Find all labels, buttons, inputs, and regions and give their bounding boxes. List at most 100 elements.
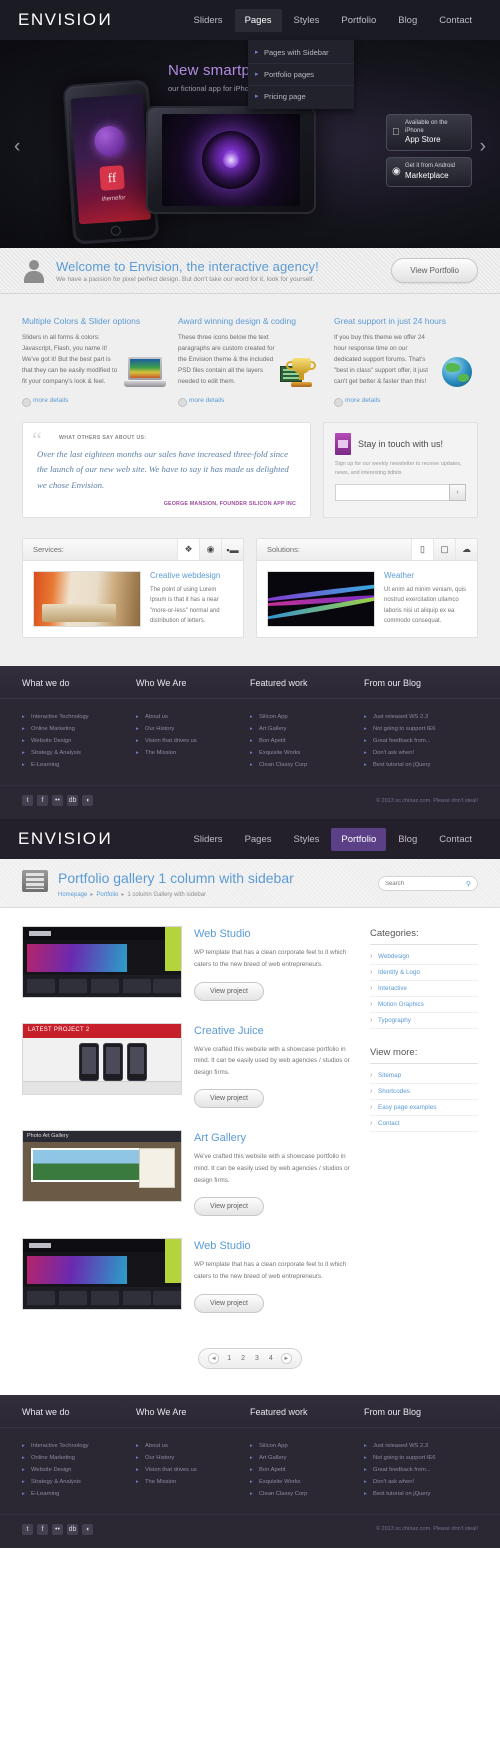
footer-link[interactable]: Vision that drives us xyxy=(136,1464,250,1476)
view-project-button[interactable]: View project xyxy=(194,1293,265,1313)
newsletter-email-input[interactable] xyxy=(335,484,449,502)
footer-link[interactable]: Online Marketing xyxy=(22,1452,136,1464)
feature-more-link-1[interactable]: more details xyxy=(22,397,166,408)
chart-icon[interactable]: ▪▬ xyxy=(221,539,243,561)
nav-item-blog[interactable]: Blog xyxy=(388,9,427,32)
sidebar-link-contact[interactable]: Contact xyxy=(370,1116,478,1133)
web-studio-shot[interactable] xyxy=(22,1238,182,1311)
view-project-button[interactable]: View project xyxy=(194,1089,265,1109)
dropdown-item-pages-with-sidebar[interactable]: Pages with Sidebar xyxy=(248,42,354,64)
footer-link[interactable]: Not going to support IE6 xyxy=(364,723,478,735)
footer-link[interactable]: About us xyxy=(136,1440,250,1452)
nav2-item-portfolio[interactable]: Portfolio xyxy=(331,827,387,851)
footer-link[interactable]: Website Design xyxy=(22,735,136,747)
footer-link[interactable]: Just released WS 2.3 xyxy=(364,711,478,723)
pagination-prev-icon[interactable]: ◄ xyxy=(208,1352,220,1364)
nav-item-contact[interactable]: Contact xyxy=(429,9,482,32)
footer-link[interactable]: Interactive Technology xyxy=(22,711,136,723)
footer-link[interactable]: Strategy & Analysis xyxy=(22,1476,136,1488)
nav-item-styles[interactable]: Styles xyxy=(284,9,330,32)
rss-icon[interactable]: ◖ xyxy=(82,1523,93,1535)
mobile-icon[interactable]: ▯ xyxy=(411,539,433,561)
android-marketplace-button[interactable]: ◉ Get it from Android Marketplace xyxy=(386,157,472,187)
sidebar-link-sitemap[interactable]: Sitemap xyxy=(370,1068,478,1085)
twitter-icon[interactable]: t xyxy=(22,795,33,807)
footer-link[interactable]: Bon Apetit xyxy=(250,1464,364,1476)
view-portfolio-button[interactable]: View Portfolio xyxy=(391,258,478,283)
sidebar-category-interactive[interactable]: Interactive xyxy=(370,981,478,998)
footer-link[interactable]: Great feedback from... xyxy=(364,1464,478,1476)
footer-link[interactable]: Not going to support IE6 xyxy=(364,1452,478,1464)
footer-link[interactable]: Interactive Technology xyxy=(22,1440,136,1452)
portfolio-item-title[interactable]: Art Gallery xyxy=(194,1132,356,1144)
dribbble-icon[interactable]: db xyxy=(67,795,78,807)
footer-link[interactable]: Best tutorial on jQuery xyxy=(364,759,478,771)
footer-link[interactable]: Don't ask when! xyxy=(364,1476,478,1488)
sidebar-category-typography[interactable]: Typography xyxy=(370,1013,478,1030)
pagination-page-2[interactable]: 2 xyxy=(239,1355,247,1362)
footer-link[interactable]: The Mission xyxy=(136,1476,250,1488)
footer-link[interactable]: Clean Classy Corp xyxy=(250,1488,364,1500)
sidebar-category-motion-graphics[interactable]: Motion Graphics xyxy=(370,997,478,1014)
footer-link[interactable]: E-Learning xyxy=(22,1488,136,1500)
footer-link[interactable]: Our History xyxy=(136,723,250,735)
footer-link[interactable]: Great feedback from... xyxy=(364,735,478,747)
footer-link[interactable]: Clean Classy Corp xyxy=(250,759,364,771)
site-logo-2[interactable]: ENVISION xyxy=(18,829,111,849)
sidebar-category-identity-logo[interactable]: Identity & Logo xyxy=(370,965,478,982)
footer-link[interactable]: Just released WS 2.3 xyxy=(364,1440,478,1452)
footer-link[interactable]: E-Learning xyxy=(22,759,136,771)
nav2-item-sliders[interactable]: Sliders xyxy=(184,828,233,851)
flickr-icon[interactable]: •• xyxy=(52,795,63,807)
feature-more-link-3[interactable]: more details xyxy=(334,397,478,408)
pagination-page-1[interactable]: 1 xyxy=(225,1355,233,1362)
nav-item-sliders[interactable]: Sliders xyxy=(184,9,233,32)
pagination-page-3[interactable]: 3 xyxy=(253,1355,261,1362)
nav2-item-contact[interactable]: Contact xyxy=(429,828,482,851)
view-project-button[interactable]: View project xyxy=(194,981,265,1001)
dropdown-item-portfolio-pages[interactable]: Portfolio pages xyxy=(248,64,354,86)
nav2-item-blog[interactable]: Blog xyxy=(388,828,427,851)
footer-link[interactable]: Bon Apetit xyxy=(250,735,364,747)
portfolio-item-title[interactable]: Creative Juice xyxy=(194,1025,356,1037)
breadcrumb-section[interactable]: Portfolio xyxy=(96,892,118,898)
footer-link[interactable]: About us xyxy=(136,711,250,723)
dribbble-icon[interactable]: db xyxy=(67,1523,78,1535)
footer-link[interactable]: Online Marketing xyxy=(22,723,136,735)
app-store-button[interactable]:  Available on the iPhone App Store xyxy=(386,114,472,151)
newsletter-submit-button[interactable]: › xyxy=(449,484,466,502)
sidebar-link-easy-page-examples[interactable]: Easy page examples xyxy=(370,1100,478,1117)
footer-link[interactable]: Art Gallery xyxy=(250,1452,364,1464)
web-studio-shot[interactable] xyxy=(22,926,182,999)
facebook-icon[interactable]: f xyxy=(37,1523,48,1535)
footer-link[interactable]: The Mission xyxy=(136,747,250,759)
camera-icon[interactable]: ◉ xyxy=(199,539,221,561)
feature-more-link-2[interactable]: more details xyxy=(178,397,322,408)
sidebar-category-webdesign[interactable]: Webdesign xyxy=(370,949,478,966)
nav-item-pages[interactable]: Pages xyxy=(234,8,282,32)
nav2-item-pages[interactable]: Pages xyxy=(235,828,282,851)
site-logo[interactable]: ENVISION xyxy=(18,10,111,30)
footer-link[interactable]: Exquisite Works xyxy=(250,747,364,759)
footer-link[interactable]: Art Gallery xyxy=(250,723,364,735)
footer-link[interactable]: Best tutorial on jQuery xyxy=(364,1488,478,1500)
footer-link[interactable]: Silicon App xyxy=(250,1440,364,1452)
nav-item-portfolio[interactable]: Portfolio xyxy=(331,9,386,32)
footer-link[interactable]: Website Design xyxy=(22,1464,136,1476)
slider-prev-arrow-icon[interactable]: ‹ xyxy=(14,136,20,158)
brush-icon[interactable]: ❖ xyxy=(177,539,199,561)
facebook-icon[interactable]: f xyxy=(37,795,48,807)
sidebar-link-shortcodes[interactable]: Shortcodes xyxy=(370,1084,478,1101)
footer-link[interactable]: Strategy & Analysis xyxy=(22,747,136,759)
pagination-next-icon[interactable]: ► xyxy=(280,1352,292,1364)
cloud-icon[interactable]: ☁ xyxy=(455,539,477,561)
monitor-icon[interactable]: ▢ xyxy=(433,539,455,561)
art-gallery-shot[interactable] xyxy=(22,1130,182,1203)
footer-link[interactable]: Vision that drives us xyxy=(136,735,250,747)
search-input[interactable] xyxy=(385,880,466,887)
breadcrumb-home[interactable]: Homepage xyxy=(58,892,87,898)
footer-link[interactable]: Silicon App xyxy=(250,711,364,723)
view-project-button[interactable]: View project xyxy=(194,1197,265,1217)
search-box[interactable]: ⚲ xyxy=(378,876,478,892)
search-icon[interactable]: ⚲ xyxy=(466,880,471,888)
